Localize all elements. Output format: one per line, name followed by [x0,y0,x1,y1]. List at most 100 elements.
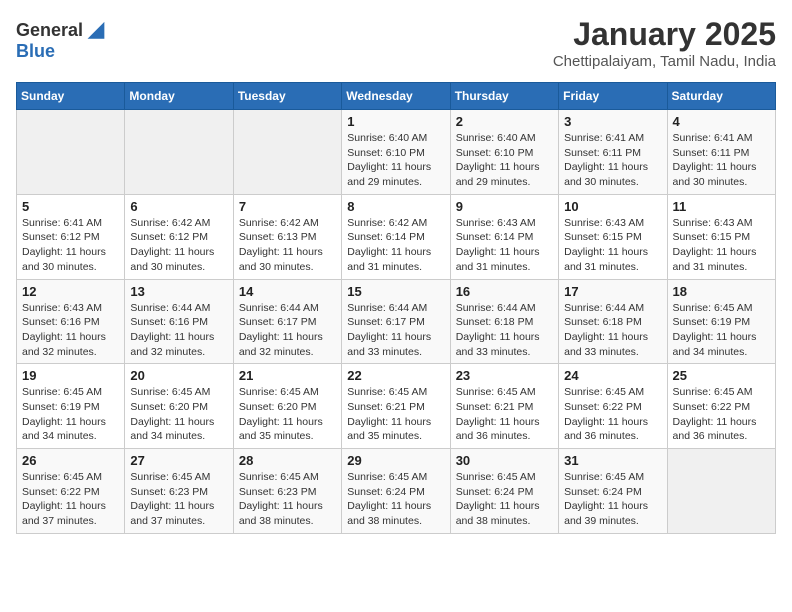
day-info: Sunrise: 6:45 AM Sunset: 6:23 PM Dayligh… [239,470,336,529]
day-number: 19 [22,368,119,383]
logo: General ◢ Blue [16,16,104,62]
calendar-cell: 3 Sunrise: 6:41 AM Sunset: 6:11 PM Daylig… [559,110,667,195]
calendar-cell: 26 Sunrise: 6:45 AM Sunset: 6:22 PM Dayli… [17,449,125,534]
day-info: Sunrise: 6:44 AM Sunset: 6:18 PM Dayligh… [456,301,553,360]
day-info: Sunrise: 6:44 AM Sunset: 6:17 PM Dayligh… [239,301,336,360]
col-header-tuesday: Tuesday [233,83,341,110]
calendar-cell: 11 Sunrise: 6:43 AM Sunset: 6:15 PM Dayli… [667,194,775,279]
col-header-thursday: Thursday [450,83,558,110]
calendar-cell: 9 Sunrise: 6:43 AM Sunset: 6:14 PM Daylig… [450,194,558,279]
calendar-cell: 18 Sunrise: 6:45 AM Sunset: 6:19 PM Dayli… [667,279,775,364]
calendar-cell: 23 Sunrise: 6:45 AM Sunset: 6:21 PM Dayli… [450,364,558,449]
calendar-cell: 5Sunrise: 6:41 AM Sunset: 6:12 PM Daylig… [17,194,125,279]
calendar-cell: 22 Sunrise: 6:45 AM Sunset: 6:21 PM Dayli… [342,364,450,449]
day-info: Sunrise: 6:43 AM Sunset: 6:15 PM Dayligh… [673,216,770,275]
day-number: 2 [456,114,553,129]
col-header-saturday: Saturday [667,83,775,110]
header: General ◢ Blue January 2025 Chettipalaiy… [16,16,776,70]
day-number: 25 [673,368,770,383]
day-number: 20 [130,368,227,383]
calendar-cell: 29Sunrise: 6:45 AM Sunset: 6:24 PM Dayli… [342,449,450,534]
col-header-monday: Monday [125,83,233,110]
day-info: Sunrise: 6:44 AM Sunset: 6:16 PM Dayligh… [130,301,227,360]
calendar-cell: 2 Sunrise: 6:40 AM Sunset: 6:10 PM Daylig… [450,110,558,195]
day-info: Sunrise: 6:44 AM Sunset: 6:17 PM Dayligh… [347,301,444,360]
day-number: 10 [564,199,661,214]
day-info: Sunrise: 6:45 AM Sunset: 6:22 PM Dayligh… [22,470,119,529]
day-info: Sunrise: 6:43 AM Sunset: 6:15 PM Dayligh… [564,216,661,275]
calendar-cell: 28 Sunrise: 6:45 AM Sunset: 6:23 PM Dayli… [233,449,341,534]
calendar-cell: 25 Sunrise: 6:45 AM Sunset: 6:22 PM Dayli… [667,364,775,449]
calendar-week-4: 19 Sunrise: 6:45 AM Sunset: 6:19 PM Dayli… [17,364,776,449]
title-area: January 2025 Chettipalaiyam, Tamil Nadu,… [553,16,776,70]
day-info: Sunrise: 6:45 AM Sunset: 6:23 PM Dayligh… [130,470,227,529]
page-subtitle: Chettipalaiyam, Tamil Nadu, India [553,53,776,70]
day-number: 6 [130,199,227,214]
day-number: 23 [456,368,553,383]
day-number: 24 [564,368,661,383]
day-number: 9 [456,199,553,214]
calendar-cell: 13 Sunrise: 6:44 AM Sunset: 6:16 PM Dayli… [125,279,233,364]
calendar-cell: 10 Sunrise: 6:43 AM Sunset: 6:15 PM Dayli… [559,194,667,279]
calendar-cell: 12 Sunrise: 6:43 AM Sunset: 6:16 PM Dayli… [17,279,125,364]
day-info: Sunrise: 6:45 AM Sunset: 6:24 PM Dayligh… [347,470,444,529]
calendar-cell: 15 Sunrise: 6:44 AM Sunset: 6:17 PM Dayli… [342,279,450,364]
calendar-week-1: 1Sunrise: 6:40 AM Sunset: 6:10 PM Daylig… [17,110,776,195]
day-info: Sunrise: 6:42 AM Sunset: 6:12 PM Dayligh… [130,216,227,275]
day-info: Sunrise: 6:45 AM Sunset: 6:22 PM Dayligh… [673,385,770,444]
day-info: Sunrise: 6:42 AM Sunset: 6:14 PM Dayligh… [347,216,444,275]
calendar-week-5: 26 Sunrise: 6:45 AM Sunset: 6:22 PM Dayli… [17,449,776,534]
day-info: Sunrise: 6:41 AM Sunset: 6:12 PM Dayligh… [22,216,119,275]
day-number: 21 [239,368,336,383]
day-number: 22 [347,368,444,383]
calendar-cell: 24 Sunrise: 6:45 AM Sunset: 6:22 PM Dayli… [559,364,667,449]
day-info: Sunrise: 6:45 AM Sunset: 6:19 PM Dayligh… [673,301,770,360]
day-number: 11 [673,199,770,214]
logo-general: General [16,20,83,40]
calendar-cell [233,110,341,195]
day-number: 16 [456,284,553,299]
day-number: 28 [239,453,336,468]
day-info: Sunrise: 6:45 AM Sunset: 6:21 PM Dayligh… [456,385,553,444]
calendar-cell: 6 Sunrise: 6:42 AM Sunset: 6:12 PM Daylig… [125,194,233,279]
day-info: Sunrise: 6:40 AM Sunset: 6:10 PM Dayligh… [456,131,553,190]
calendar-cell: 8 Sunrise: 6:42 AM Sunset: 6:14 PM Daylig… [342,194,450,279]
day-number: 14 [239,284,336,299]
calendar-cell: 27 Sunrise: 6:45 AM Sunset: 6:23 PM Dayli… [125,449,233,534]
day-number: 26 [22,453,119,468]
day-info: Sunrise: 6:45 AM Sunset: 6:24 PM Dayligh… [564,470,661,529]
col-header-wednesday: Wednesday [342,83,450,110]
calendar-cell: 17 Sunrise: 6:44 AM Sunset: 6:18 PM Dayli… [559,279,667,364]
calendar-cell: 31 Sunrise: 6:45 AM Sunset: 6:24 PM Dayli… [559,449,667,534]
day-number: 13 [130,284,227,299]
day-number: 3 [564,114,661,129]
calendar-cell: 21 Sunrise: 6:45 AM Sunset: 6:20 PM Dayli… [233,364,341,449]
page-title: January 2025 [553,16,776,53]
day-info: Sunrise: 6:45 AM Sunset: 6:21 PM Dayligh… [347,385,444,444]
calendar-table: SundayMondayTuesdayWednesdayThursdayFrid… [16,82,776,534]
day-info: Sunrise: 6:45 AM Sunset: 6:22 PM Dayligh… [564,385,661,444]
day-number: 8 [347,199,444,214]
calendar-cell: 20 Sunrise: 6:45 AM Sunset: 6:20 PM Dayli… [125,364,233,449]
calendar-cell: 19 Sunrise: 6:45 AM Sunset: 6:19 PM Dayli… [17,364,125,449]
day-info: Sunrise: 6:43 AM Sunset: 6:14 PM Dayligh… [456,216,553,275]
calendar-cell: 16 Sunrise: 6:44 AM Sunset: 6:18 PM Dayli… [450,279,558,364]
day-info: Sunrise: 6:41 AM Sunset: 6:11 PM Dayligh… [564,131,661,190]
day-info: Sunrise: 6:45 AM Sunset: 6:20 PM Dayligh… [130,385,227,444]
day-info: Sunrise: 6:45 AM Sunset: 6:20 PM Dayligh… [239,385,336,444]
day-number: 17 [564,284,661,299]
calendar-cell: 4Sunrise: 6:41 AM Sunset: 6:11 PM Daylig… [667,110,775,195]
day-number: 18 [673,284,770,299]
day-number: 27 [130,453,227,468]
logo-blue: Blue [16,42,104,62]
calendar-cell: 1Sunrise: 6:40 AM Sunset: 6:10 PM Daylig… [342,110,450,195]
day-info: Sunrise: 6:44 AM Sunset: 6:18 PM Dayligh… [564,301,661,360]
day-number: 12 [22,284,119,299]
day-number: 30 [456,453,553,468]
day-number: 31 [564,453,661,468]
col-header-friday: Friday [559,83,667,110]
day-number: 4 [673,114,770,129]
day-number: 15 [347,284,444,299]
day-info: Sunrise: 6:43 AM Sunset: 6:16 PM Dayligh… [22,301,119,360]
day-info: Sunrise: 6:45 AM Sunset: 6:19 PM Dayligh… [22,385,119,444]
